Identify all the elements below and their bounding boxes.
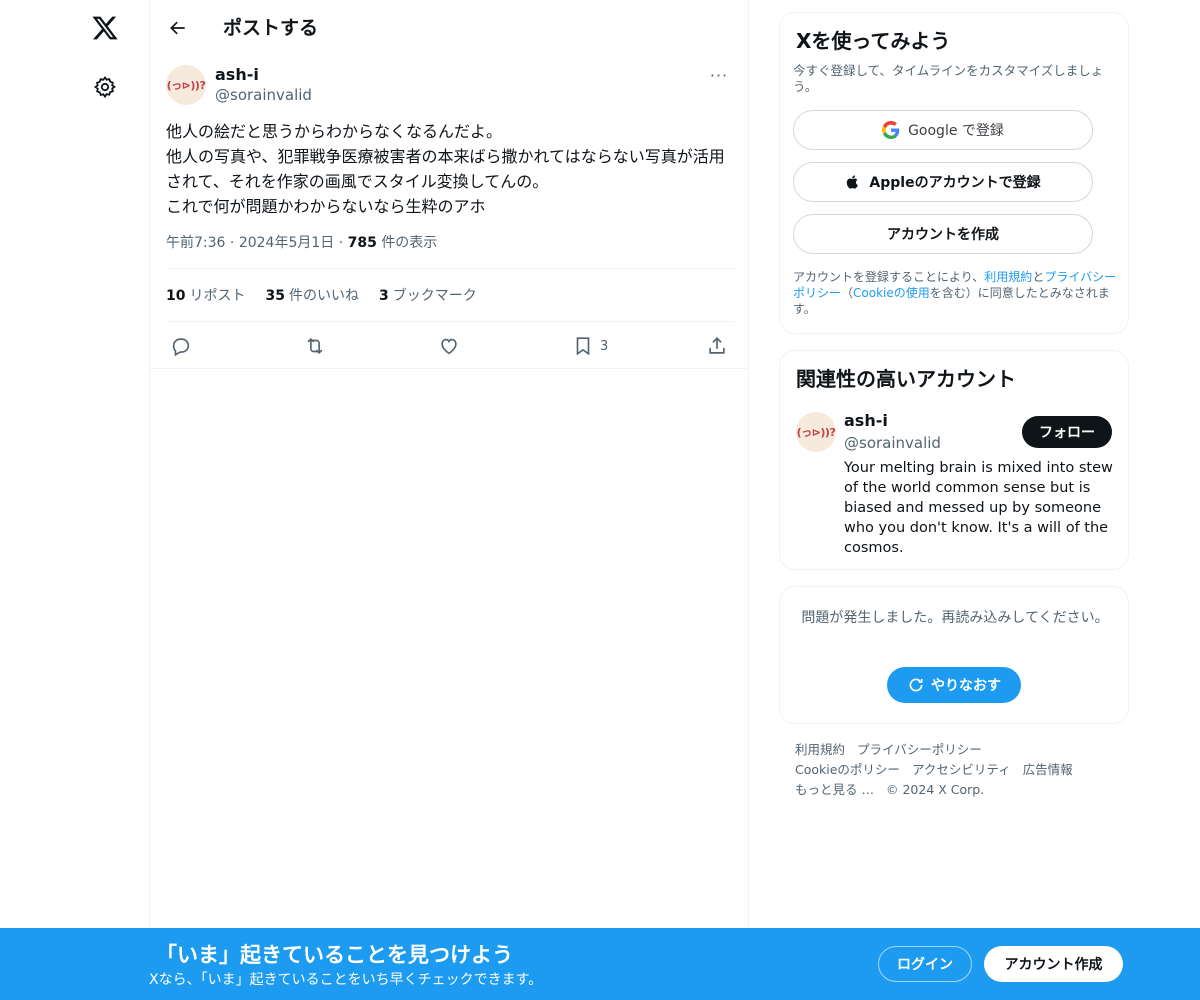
avatar[interactable]: (っ⊳))? xyxy=(796,412,836,452)
page-title: ポストする xyxy=(223,17,319,39)
error-message: 問題が発生しました。再読み込みしてください。 xyxy=(801,610,1109,626)
author-handle[interactable]: @sorainvalid xyxy=(215,86,312,104)
likes-label: 件のいいね xyxy=(288,288,359,304)
footer-cookie-link[interactable]: Cookieのポリシー xyxy=(795,762,900,777)
banner-title: 「いま」起きていることを見つけよう xyxy=(156,943,513,967)
main-column: ポストする (っ⊳))? ash-i @sorainvalid ··· 他人の絵… xyxy=(149,0,749,1000)
avatar[interactable]: (っ⊳))? xyxy=(166,65,206,105)
meta-separator: · xyxy=(229,235,239,251)
views-count: 785 xyxy=(347,235,377,251)
reposts-label: リポスト xyxy=(189,288,246,304)
banner-subtitle: Xなら、「いま」起きていることをいち早くチェックできます。 xyxy=(149,972,543,988)
google-signup-label: Google で登録 xyxy=(908,123,1004,139)
login-button[interactable]: ログイン xyxy=(878,946,972,982)
bookmarks-count: 3 xyxy=(378,288,389,304)
more-options-button[interactable]: ··· xyxy=(702,64,736,86)
gear-icon[interactable] xyxy=(92,74,118,100)
google-signup-button[interactable]: Google で登録 xyxy=(793,110,1093,150)
post-time[interactable]: 午前7:36 xyxy=(166,235,225,251)
signup-button[interactable]: アカウント作成 xyxy=(984,946,1123,982)
post-date[interactable]: 2024年5月1日 xyxy=(239,235,334,251)
bookmark-action-count: 3 xyxy=(600,338,609,354)
terms-text: （ xyxy=(841,286,854,300)
refresh-icon xyxy=(909,678,923,692)
related-title: 関連性の高いアカウント xyxy=(796,367,1016,391)
repost-icon[interactable] xyxy=(303,334,327,358)
back-arrow-icon[interactable] xyxy=(162,12,194,44)
retry-button[interactable]: やりなおす xyxy=(887,667,1021,703)
apple-signup-button[interactable]: Appleのアカウントで登録 xyxy=(793,162,1093,202)
bookmarks-stat[interactable]: 3 ブックマーク xyxy=(379,285,477,305)
divider xyxy=(166,268,734,269)
terms-link[interactable]: 利用規約 xyxy=(984,270,1032,284)
related-accounts-card: 関連性の高いアカウント (っ⊳))? ash-i @sorainvalid フォ… xyxy=(779,350,1129,570)
signup-subtitle: 今すぐ登録して、タイムラインをカスタマイズしましょう。 xyxy=(793,63,1104,94)
follow-button[interactable]: フォロー xyxy=(1022,416,1112,448)
x-logo-icon[interactable] xyxy=(89,12,121,44)
footer-accessibility-link[interactable]: アクセシビリティ xyxy=(912,762,1011,777)
retry-label: やりなおす xyxy=(931,678,1001,694)
terms-text: と xyxy=(1032,270,1045,284)
bookmark-button[interactable]: 3 xyxy=(572,334,608,358)
related-account-name[interactable]: ash-i xyxy=(844,411,888,430)
related-account-handle[interactable]: @sorainvalid xyxy=(844,434,941,452)
reposts-stat[interactable]: 10 リポスト xyxy=(166,285,245,305)
related-account-bio: Your melting brain is mixed into stew of… xyxy=(844,460,1113,556)
create-account-button[interactable]: アカウントを作成 xyxy=(793,214,1093,254)
post-stats: 10 リポスト 35 件のいいね 3 ブックマーク xyxy=(166,285,477,305)
reply-icon[interactable] xyxy=(170,334,192,358)
bottom-banner: 「いま」起きていることを見つけよう Xなら、「いま」起きていることをいち早くチェ… xyxy=(0,928,1200,1000)
signup-card: Xを使ってみよう 今すぐ登録して、タイムラインをカスタマイズしましょう。 Goo… xyxy=(779,12,1129,334)
page-header: ポストする xyxy=(150,0,748,54)
apple-signup-label: Appleのアカウントで登録 xyxy=(869,175,1041,191)
share-icon[interactable] xyxy=(706,334,728,358)
likes-stat[interactable]: 35 件のいいね xyxy=(265,285,358,305)
google-icon xyxy=(882,121,900,139)
signup-title: Xを使ってみよう xyxy=(796,29,951,53)
apple-icon xyxy=(847,175,859,189)
terms-text: アカウントを登録することにより、 xyxy=(793,270,985,284)
error-card: 問題が発生しました。再読み込みしてください。 やりなおす xyxy=(779,586,1129,724)
footer-links: 利用規約 プライバシーポリシー Cookieのポリシー アクセシビリティ 広告情報 も… xyxy=(795,740,1115,800)
meta-separator: · xyxy=(338,235,348,251)
likes-count: 35 xyxy=(265,288,285,304)
footer-ads-link[interactable]: 広告情報 xyxy=(1023,762,1073,777)
post-actions: 3 xyxy=(166,330,734,362)
divider xyxy=(166,321,734,322)
like-icon[interactable] xyxy=(438,334,460,358)
left-nav xyxy=(0,0,150,1000)
footer-copyright: © 2024 X Corp. xyxy=(885,782,985,797)
bookmark-icon xyxy=(576,337,590,356)
bookmarks-label: ブックマーク xyxy=(392,288,477,304)
views-label: 件の表示 xyxy=(381,235,438,251)
cookie-link[interactable]: Cookieの使用 xyxy=(853,286,930,300)
footer-terms-link[interactable]: 利用規約 xyxy=(795,742,845,757)
footer-more-link[interactable]: もっと見る … xyxy=(795,782,874,797)
author-name[interactable]: ash-i xyxy=(215,65,259,84)
post-author: (っ⊳))? ash-i @sorainvalid ··· xyxy=(166,64,736,108)
footer-privacy-link[interactable]: プライバシーポリシー xyxy=(857,742,982,757)
reposts-count: 10 xyxy=(166,288,186,304)
post-meta: 午前7:36 · 2024年5月1日 · 785 件の表示 xyxy=(166,232,437,252)
post-text: 他人の絵だと思うからわからなくなるんだよ。 他人の写真や、犯罪戦争医療被害者の本… xyxy=(166,122,725,216)
divider xyxy=(150,368,748,369)
signup-terms: アカウントを登録することにより、利用規約とプライバシーポリシー（Cookieの使… xyxy=(793,269,1123,317)
